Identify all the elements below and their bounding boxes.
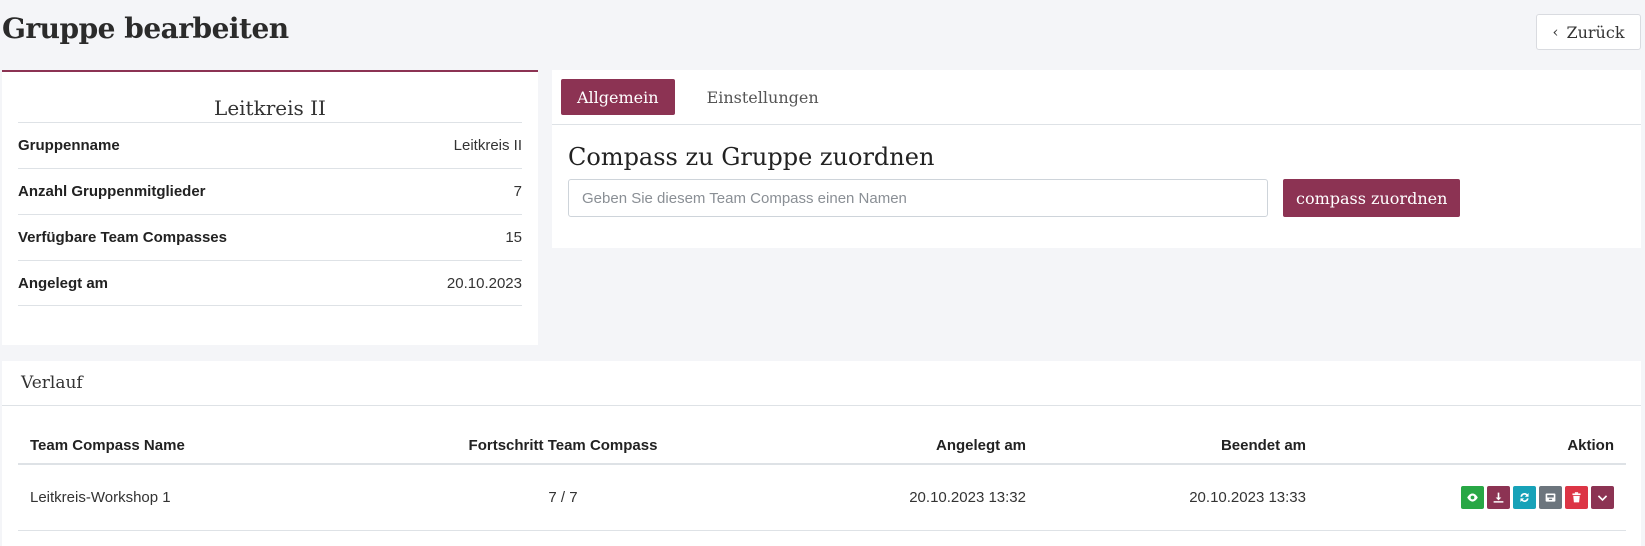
column-header: Aktion bbox=[1318, 427, 1626, 465]
back-button-label: Zurück bbox=[1566, 22, 1625, 42]
refresh-icon[interactable] bbox=[1513, 485, 1536, 509]
tab-bar: Allgemein Einstellungen bbox=[552, 70, 1641, 125]
action-buttons bbox=[1461, 485, 1614, 509]
assign-form: compass zuordnen bbox=[568, 179, 1641, 217]
info-row-members: Anzahl Gruppenmitglieder 7 bbox=[18, 168, 522, 214]
info-value: 20.10.2023 bbox=[446, 274, 522, 292]
back-button[interactable]: ‹ Zurück bbox=[1536, 14, 1641, 50]
column-header: Angelegt am bbox=[778, 427, 1038, 465]
compass-name-input[interactable] bbox=[568, 179, 1268, 217]
cell-finished: 20.10.2023 13:33 bbox=[1038, 464, 1318, 531]
eye-icon[interactable] bbox=[1461, 485, 1484, 509]
column-header: Team Compass Name bbox=[18, 427, 348, 465]
cell-actions bbox=[1318, 464, 1626, 531]
info-row-created: Angelegt am 20.10.2023 bbox=[18, 260, 522, 306]
info-value: 7 bbox=[513, 183, 522, 200]
assign-heading: Compass zu Gruppe zuordnen bbox=[568, 143, 935, 171]
tab-einstellungen[interactable]: Einstellungen bbox=[691, 79, 835, 115]
page-title: Gruppe bearbeiten bbox=[2, 12, 289, 45]
history-title: Verlauf bbox=[2, 361, 1641, 406]
assign-compass-button[interactable]: compass zuordnen bbox=[1283, 179, 1461, 217]
info-label: Gruppenname bbox=[18, 137, 120, 154]
info-value: Leitkreis II bbox=[453, 137, 522, 154]
column-header: Fortschritt Team Compass bbox=[348, 427, 778, 465]
download-icon[interactable] bbox=[1487, 485, 1510, 509]
info-row-available: Verfügbare Team Compasses 15 bbox=[18, 214, 522, 260]
history-table: Team Compass Name Fortschritt Team Compa… bbox=[18, 427, 1626, 531]
assign-card: Allgemein Einstellungen Compass zu Grupp… bbox=[552, 70, 1641, 248]
cell-progress: 7 / 7 bbox=[348, 464, 778, 531]
tab-allgemein[interactable]: Allgemein bbox=[561, 79, 675, 115]
archive-icon[interactable] bbox=[1539, 485, 1562, 509]
group-info-card: Leitkreis II Gruppenname Leitkreis II An… bbox=[2, 70, 538, 345]
cell-created: 20.10.2023 13:32 bbox=[778, 464, 1038, 531]
info-label: Verfügbare Team Compasses bbox=[18, 229, 227, 246]
trash-icon[interactable] bbox=[1565, 485, 1588, 509]
cell-name: Leitkreis-Workshop 1 bbox=[18, 464, 348, 531]
chevron-down-icon[interactable] bbox=[1591, 485, 1614, 509]
table-header-row: Team Compass Name Fortschritt Team Compa… bbox=[18, 427, 1626, 465]
history-card: Verlauf Team Compass Name Fortschritt Te… bbox=[2, 361, 1641, 546]
info-label: Angelegt am bbox=[18, 274, 109, 292]
chevron-left-icon: ‹ bbox=[1552, 22, 1559, 41]
info-label: Anzahl Gruppenmitglieder bbox=[18, 183, 206, 200]
info-row-groupname: Gruppenname Leitkreis II bbox=[18, 122, 522, 168]
info-value: 15 bbox=[505, 229, 522, 246]
column-header: Beendet am bbox=[1038, 427, 1318, 465]
table-row: Leitkreis-Workshop 1 7 / 7 20.10.2023 13… bbox=[18, 464, 1626, 531]
